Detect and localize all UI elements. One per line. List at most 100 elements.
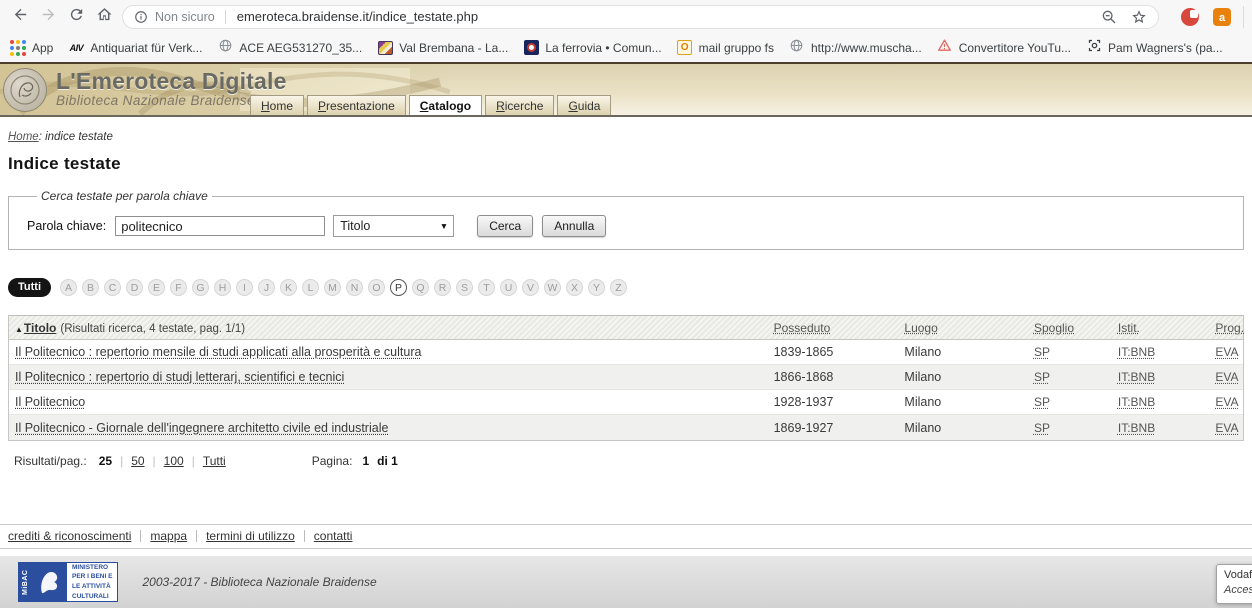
alphabet-letter-z[interactable]: Z xyxy=(610,279,627,296)
bookmark-item[interactable]: Convertitore YouTu... xyxy=(937,40,1071,56)
search-button[interactable]: Cerca xyxy=(477,215,533,237)
alphabet-letter-h[interactable]: H xyxy=(214,279,231,296)
row-istit-link[interactable]: IT:BNB xyxy=(1118,370,1155,384)
row-spoglio-link[interactable]: SP xyxy=(1034,345,1050,359)
alphabet-all-button[interactable]: Tutti xyxy=(8,278,51,297)
column-header-titolo[interactable]: Titolo xyxy=(24,321,56,335)
alphabet-letter-e[interactable]: E xyxy=(148,279,165,296)
tab-catalogo[interactable]: Catalogo xyxy=(409,95,482,115)
row-title-link[interactable]: Il Politecnico xyxy=(15,395,85,409)
vodafone-popup[interactable]: Vodafo Access xyxy=(1216,564,1252,604)
alphabet-letter-a[interactable]: A xyxy=(60,279,77,296)
page-size-all-link[interactable]: Tutti xyxy=(203,454,226,468)
forward-button[interactable] xyxy=(34,3,62,31)
alphabet-letter-d[interactable]: D xyxy=(126,279,143,296)
bookmark-label: App xyxy=(32,41,53,55)
alphabet-letter-u[interactable]: U xyxy=(500,279,517,296)
pagination-bar: Risultati/pag.: 25 | 50 | 100 | Tutti Pa… xyxy=(14,454,1252,468)
column-header-prog[interactable]: Prog. xyxy=(1215,321,1244,335)
row-istit-link[interactable]: IT:BNB xyxy=(1118,421,1155,435)
breadcrumb: Home: indice testate xyxy=(8,131,1252,143)
address-bar[interactable]: Non sicuro emeroteca.braidense.it/indice… xyxy=(122,5,1159,29)
alphabet-letter-m[interactable]: M xyxy=(324,279,341,296)
refresh-button[interactable] xyxy=(62,3,90,31)
bookmark-item[interactable]: Omail gruppo fs xyxy=(677,40,774,56)
tab-ricerche[interactable]: Ricerche xyxy=(485,95,554,115)
alphabet-letter-x[interactable]: X xyxy=(566,279,583,296)
bookmark-item[interactable]: La ferrovia • Comun... xyxy=(523,40,661,56)
alphabet-letter-n[interactable]: N xyxy=(346,279,363,296)
ministry-text: MINISTERO PER I BENI E LE ATTIVITÀ CULTU… xyxy=(66,563,117,601)
row-prog-link[interactable]: EVA xyxy=(1215,395,1238,409)
footer-link-contatti[interactable]: contatti xyxy=(314,529,353,543)
row-spoglio-link[interactable]: SP xyxy=(1034,421,1050,435)
breadcrumb-home-link[interactable]: Home xyxy=(8,131,39,143)
alphabet-letter-f[interactable]: F xyxy=(170,279,187,296)
tab-home[interactable]: Home xyxy=(250,95,304,115)
bookmark-item[interactable]: AIVAntiquariat für Verk... xyxy=(68,40,202,56)
bookmark-star-icon[interactable] xyxy=(1131,9,1147,25)
footer-link-crediti[interactable]: crediti & riconoscimenti xyxy=(8,529,131,543)
reset-button[interactable]: Annulla xyxy=(542,215,606,237)
mail-icon: O xyxy=(677,40,692,55)
row-spoglio-link[interactable]: SP xyxy=(1034,370,1050,384)
row-title-link[interactable]: Il Politecnico : repertorio di studj let… xyxy=(15,370,344,384)
row-spoglio-link[interactable]: SP xyxy=(1034,395,1050,409)
alphabet-letter-i[interactable]: I xyxy=(236,279,253,296)
column-header-luogo[interactable]: Luogo xyxy=(904,321,937,335)
row-prog-link[interactable]: EVA xyxy=(1215,421,1238,435)
alphabet-letter-s[interactable]: S xyxy=(456,279,473,296)
info-icon[interactable] xyxy=(134,10,148,24)
url-text[interactable]: emeroteca.braidense.it/indice_testate.ph… xyxy=(237,9,478,24)
row-istit-link[interactable]: IT:BNB xyxy=(1118,395,1155,409)
row-istit-link[interactable]: IT:BNB xyxy=(1118,345,1155,359)
forward-icon xyxy=(40,6,57,28)
mibac-figure-icon xyxy=(32,563,66,601)
search-legend: Cerca testate per parola chiave xyxy=(37,189,212,203)
search-field-select[interactable]: Titolo ▼ xyxy=(333,215,454,237)
alphabet-letter-l[interactable]: L xyxy=(302,279,319,296)
alphabet-letter-c[interactable]: C xyxy=(104,279,121,296)
alphabet-letter-y[interactable]: Y xyxy=(588,279,605,296)
keyword-label: Parola chiave: xyxy=(27,219,106,233)
row-prog-link[interactable]: EVA xyxy=(1215,370,1238,384)
alphabet-letter-g[interactable]: G xyxy=(192,279,209,296)
alphabet-letter-p[interactable]: P xyxy=(390,279,407,296)
zoom-out-icon[interactable] xyxy=(1101,9,1117,25)
alphabet-letter-r[interactable]: R xyxy=(434,279,451,296)
alphabet-letter-w[interactable]: W xyxy=(544,279,561,296)
footer-links: crediti & riconoscimenti mappa termini d… xyxy=(0,524,1252,549)
keyword-input[interactable] xyxy=(115,216,325,236)
row-title-link[interactable]: Il Politecnico - Giornale dell'ingegnere… xyxy=(15,421,388,435)
alphabet-letter-b[interactable]: B xyxy=(82,279,99,296)
tab-presentazione[interactable]: Presentazione xyxy=(307,95,406,115)
page-size-100-link[interactable]: 100 xyxy=(164,454,184,468)
bookmark-item[interactable]: http://www.muscha... xyxy=(789,40,922,56)
back-button[interactable] xyxy=(6,3,34,31)
column-header-spoglio[interactable]: Spoglio xyxy=(1034,321,1074,335)
page-size-50-link[interactable]: 50 xyxy=(131,454,144,468)
alphabet-letter-v[interactable]: V xyxy=(522,279,539,296)
alphabet-letter-j[interactable]: J xyxy=(258,279,275,296)
home-button[interactable] xyxy=(90,3,118,31)
bookmark-item[interactable]: Val Brembana - La... xyxy=(377,40,508,56)
alphabet-letter-k[interactable]: K xyxy=(280,279,297,296)
footer-link-termini[interactable]: termini di utilizzo xyxy=(206,529,295,543)
vodafone-popup-line2: Access xyxy=(1224,583,1252,598)
tab-guida[interactable]: Guida xyxy=(557,95,611,115)
alphabet-letter-q[interactable]: Q xyxy=(412,279,429,296)
footer-link-mappa[interactable]: mappa xyxy=(150,529,187,543)
row-title-link[interactable]: Il Politecnico : repertorio mensile di s… xyxy=(15,345,421,359)
column-header-posseduto[interactable]: Posseduto xyxy=(774,321,831,335)
alphabet-letter-t[interactable]: T xyxy=(478,279,495,296)
bookmark-item[interactable]: Pam Wagners's (pa... xyxy=(1086,40,1223,56)
bookmark-item[interactable]: ACE AEG531270_35... xyxy=(217,40,362,56)
extension-icon-shopping[interactable]: a xyxy=(1213,8,1231,26)
column-header-istit[interactable]: Istit. xyxy=(1118,321,1140,335)
camera-icon xyxy=(1087,38,1102,58)
extension-icon-red[interactable] xyxy=(1181,8,1199,26)
globe-icon xyxy=(789,38,804,58)
row-prog-link[interactable]: EVA xyxy=(1215,345,1238,359)
bookmark-item[interactable]: App xyxy=(10,40,53,56)
alphabet-letter-o[interactable]: O xyxy=(368,279,385,296)
